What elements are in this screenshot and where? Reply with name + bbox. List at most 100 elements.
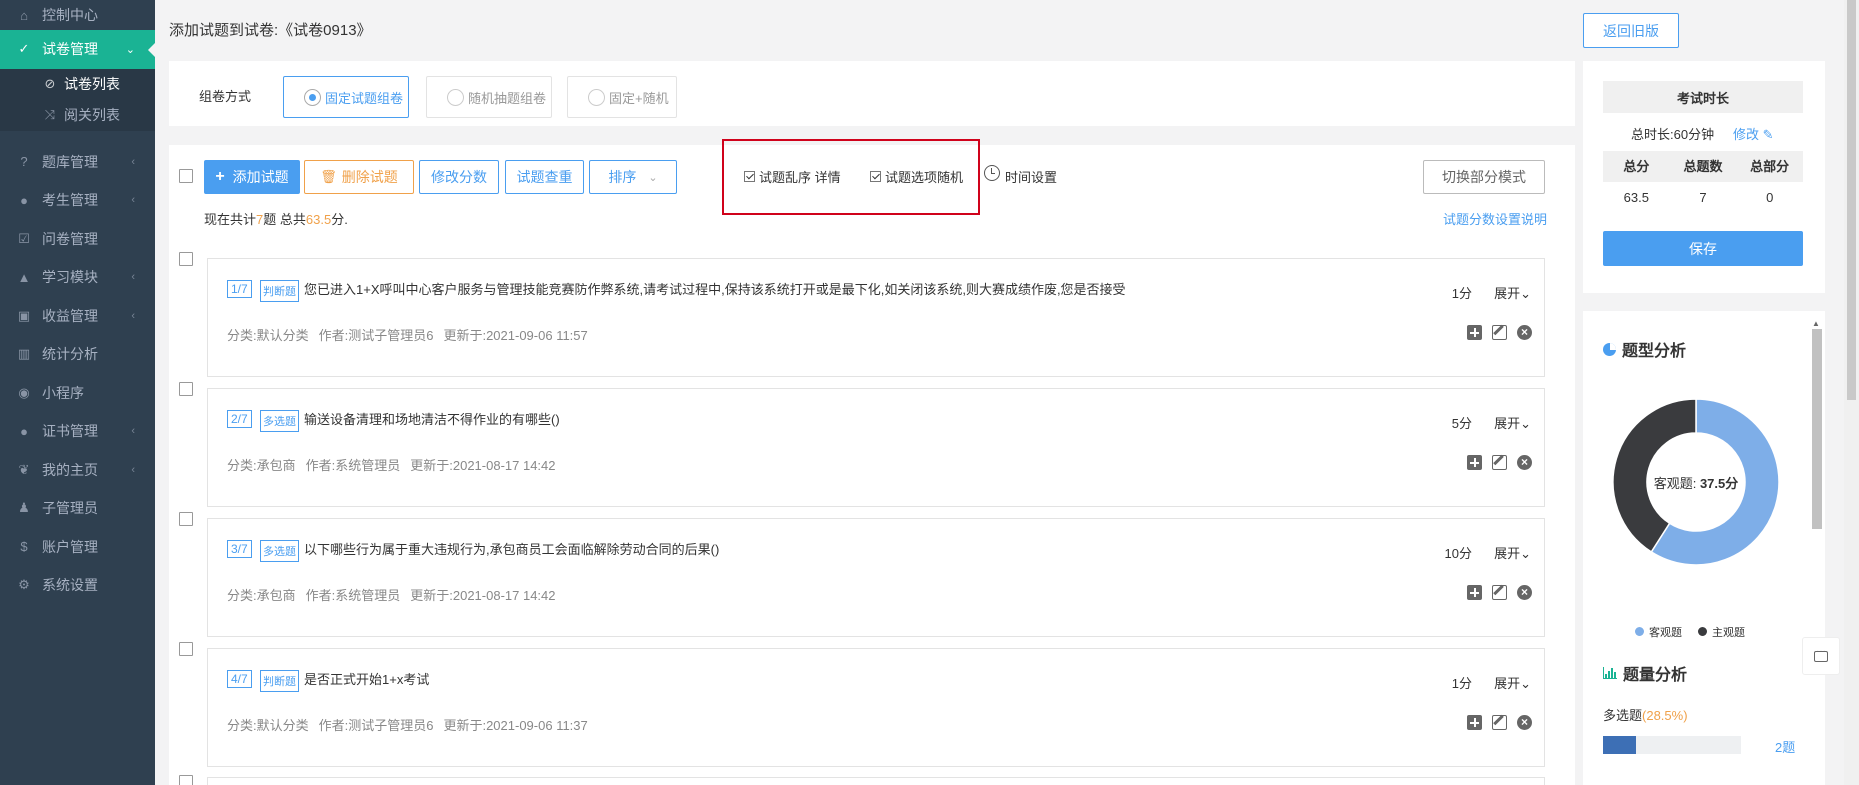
donut-center-label: 客观题: 37.5分: [1613, 473, 1779, 492]
question-checkbox[interactable]: [179, 512, 193, 526]
expand-toggle[interactable]: 展开⌄: [1494, 283, 1531, 302]
sidebar-item-examinee[interactable]: ● 考生管理 ‹: [0, 181, 155, 220]
sidebar-item-sub-admin[interactable]: ♟ 子管理员: [0, 489, 155, 528]
sidebar-item-learning[interactable]: ▲ 学习模块 ‹: [0, 258, 155, 297]
sidebar-sub-paper-list[interactable]: ⊘ 试卷列表: [0, 69, 155, 100]
sidebar-item-label: 问卷管理: [42, 230, 98, 247]
chevron-left-icon: ‹: [131, 194, 135, 207]
question-card: 4/7 判断题 是否正式开始1+x考试 1分 展开⌄ 分类:默认分类 作者:测试子…: [207, 648, 1545, 767]
question-checkbox[interactable]: [179, 775, 193, 785]
sidebar-item-my-home[interactable]: ❦ 我的主页 ‹: [0, 451, 155, 490]
close-circle-icon[interactable]: ×: [1517, 455, 1532, 470]
sidebar-item-account[interactable]: $ 账户管理: [0, 528, 155, 567]
certificate-icon: ●: [20, 423, 28, 439]
shuffle-questions-checkbox[interactable]: 试题乱序 详情: [744, 167, 841, 186]
plus-square-icon[interactable]: [1467, 325, 1482, 340]
score-help-link[interactable]: 试题分数设置说明: [1443, 209, 1547, 228]
edit-icon[interactable]: [1492, 325, 1507, 340]
donut-label-value: 37.5分: [1699, 476, 1739, 491]
question-card: 1/7 判断题 您已进入1+X呼叫中心客户服务与管理技能竞赛防作弊系统,请考试过…: [207, 258, 1545, 377]
count-analysis-title: 题量分析: [1603, 661, 1687, 685]
scroll-thumb[interactable]: [1812, 329, 1822, 529]
modify-score-button[interactable]: 修改分数: [419, 160, 499, 194]
table-cell: 7: [1699, 190, 1707, 205]
plus-square-icon[interactable]: [1467, 715, 1482, 730]
switch-part-mode-button[interactable]: 切换部分模式: [1423, 160, 1545, 194]
scroll-up-icon[interactable]: ▲: [1812, 319, 1820, 328]
mode-option-label: 固定试题组卷: [325, 90, 404, 106]
shuffle-icon: ⤨: [44, 107, 56, 122]
exam-duration-value: 总时长:60分钟: [1631, 127, 1715, 142]
save-button[interactable]: 保存: [1603, 231, 1803, 266]
edit-duration-link[interactable]: 修改 ✎: [1733, 124, 1774, 143]
question-score: 5分: [1451, 416, 1472, 431]
time-settings-link[interactable]: 时间设置: [1005, 167, 1057, 186]
back-to-old-version-button[interactable]: 返回旧版: [1583, 13, 1679, 48]
legend-item-subjective: 主观题: [1698, 624, 1745, 640]
close-circle-icon[interactable]: ×: [1517, 715, 1532, 730]
sidebar-item-label: 试卷列表: [64, 76, 120, 92]
close-circle-icon[interactable]: ×: [1517, 325, 1532, 340]
random-options-checkbox[interactable]: 试题选项随机: [870, 167, 963, 186]
page-scroll-thumb[interactable]: [1847, 0, 1856, 400]
mode-option-label: 随机抽题组卷: [468, 90, 547, 106]
sidebar-sub-level-list[interactable]: ⤨ 阅关列表: [0, 100, 155, 131]
sidebar-item-survey[interactable]: ☑ 问卷管理: [0, 220, 155, 259]
table-header-cell: 总部分: [1750, 159, 1790, 174]
sidebar-item-label: 收益管理: [42, 307, 98, 324]
multi-choice-count-link[interactable]: 2题: [1775, 737, 1795, 756]
mode-fixed-option[interactable]: 固定试题组卷: [283, 76, 409, 118]
question-checkbox[interactable]: [179, 382, 193, 396]
edit-icon[interactable]: [1492, 455, 1507, 470]
mode-mixed-option[interactable]: 固定+随机: [567, 76, 677, 118]
edit-icon[interactable]: [1492, 715, 1507, 730]
expand-toggle[interactable]: 展开⌄: [1494, 413, 1531, 432]
chat-button[interactable]: [1802, 637, 1840, 675]
radio-selected-icon: [304, 88, 321, 106]
question-meta: 分类:承包商 作者:系统管理员 更新于:2021-08-17 14:42: [227, 455, 566, 474]
dedupe-question-button[interactable]: 试题查重: [505, 160, 584, 194]
sidebar-item-certificate[interactable]: ● 证书管理 ‹: [0, 412, 155, 451]
question-author: 作者:测试子管理员6: [318, 718, 434, 733]
analysis-scrollbar[interactable]: ▲: [1807, 311, 1825, 785]
plus-square-icon[interactable]: [1467, 455, 1482, 470]
mode-option-label: 固定+随机: [609, 90, 669, 106]
page-scrollbar[interactable]: [1844, 0, 1859, 785]
sidebar-item-settings[interactable]: ⚙ 系统设置: [0, 566, 155, 605]
qa-percent: (28.5%): [1642, 708, 1688, 723]
progress-fill: [1603, 736, 1637, 754]
donut-label-prefix: 客观题:: [1653, 476, 1700, 491]
question-checkbox[interactable]: [179, 252, 193, 266]
question-checkbox[interactable]: [179, 642, 193, 656]
chevron-down-icon: ⌄: [125, 43, 135, 56]
chevron-down-icon: ⌄: [648, 171, 658, 184]
expand-toggle[interactable]: 展开⌄: [1494, 673, 1531, 692]
legend-label: 主观题: [1712, 627, 1745, 639]
select-all-checkbox[interactable]: [179, 169, 193, 183]
edit-icon[interactable]: [1492, 585, 1507, 600]
button-label: 排序: [608, 169, 637, 185]
summary-prefix: 现在共计: [204, 212, 257, 227]
sidebar-item-question-bank[interactable]: ? 题库管理 ‹: [0, 143, 155, 182]
question-score: 1分: [1451, 286, 1472, 301]
legend-dot: [1698, 627, 1707, 636]
sidebar-item-mini-program[interactable]: ◉ 小程序: [0, 374, 155, 413]
expand-toggle[interactable]: 展开⌄: [1494, 543, 1531, 562]
delete-question-button[interactable]: 🗑 删除试题: [304, 160, 414, 194]
edit-duration-label: 修改: [1733, 127, 1760, 142]
plus-square-icon[interactable]: [1467, 585, 1482, 600]
pencil-icon: ✎: [1762, 127, 1774, 142]
chevron-left-icon: ‹: [131, 425, 135, 438]
sort-button[interactable]: 排序 ⌄: [589, 160, 677, 194]
question-meta: 分类:默认分类 作者:测试子管理员6 更新于:2021-09-06 11:57: [227, 325, 598, 344]
add-question-button[interactable]: + 添加试题: [204, 160, 300, 194]
sidebar-item-revenue[interactable]: ▣ 收益管理 ‹: [0, 297, 155, 336]
close-circle-icon[interactable]: ×: [1517, 585, 1532, 600]
exam-duration-panel: 考试时长 总时长:60分钟 修改 ✎ 总分 总题数 总部分 63.5 7 0 保…: [1583, 61, 1825, 293]
radio-icon: [447, 88, 464, 106]
question-category: 分类:默认分类: [227, 718, 309, 733]
sidebar-item-control-center[interactable]: ⌂ 控制中心: [0, 0, 155, 30]
sidebar-item-statistics[interactable]: ▥ 统计分析: [0, 335, 155, 374]
mode-random-option[interactable]: 随机抽题组卷: [426, 76, 552, 118]
sidebar-item-exam-paper[interactable]: ✓ 试卷管理 ⌄: [0, 30, 155, 69]
